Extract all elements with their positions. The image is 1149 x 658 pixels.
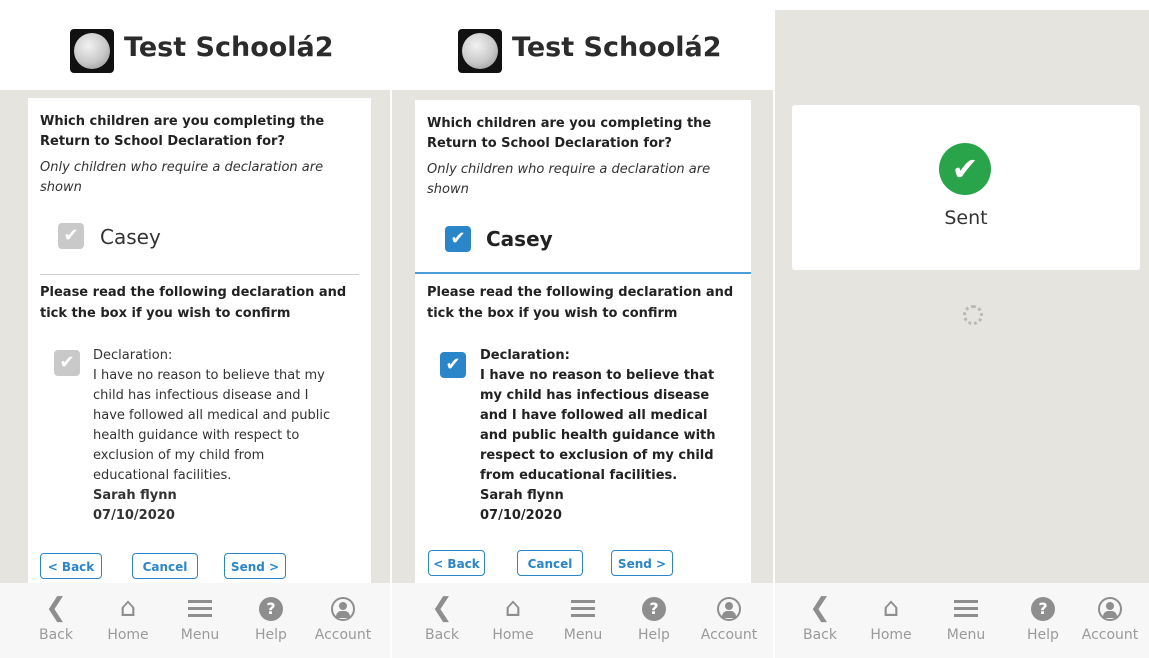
declaration-checkbox[interactable]: ✔ — [440, 352, 466, 378]
children-note: Only children who require a declaration … — [40, 160, 324, 195]
loading-spinner-icon — [963, 305, 983, 325]
menu-icon — [548, 591, 618, 625]
chevron-left-icon: ❮ — [809, 593, 831, 623]
back-button[interactable]: < Back — [40, 553, 102, 579]
success-check-icon: ✔ — [939, 143, 991, 195]
check-icon: ✔ — [63, 225, 79, 246]
nav-help[interactable]: ? Help — [1008, 591, 1078, 643]
back-button[interactable]: < Back — [428, 550, 485, 576]
help-icon: ? — [1008, 591, 1078, 625]
section-divider — [415, 272, 751, 274]
check-icon: ✔ — [59, 352, 75, 373]
nav-help[interactable]: ? Help — [619, 591, 689, 643]
nav-help[interactable]: ? Help — [236, 591, 306, 643]
declaration-checkbox[interactable]: ✔ — [54, 350, 80, 376]
help-icon: ? — [236, 591, 306, 625]
declaration-heading: Declaration: — [480, 348, 570, 363]
children-question: Which children are you completing the Re… — [427, 116, 712, 151]
app-header: Test Schoolá2 — [0, 0, 390, 90]
nav-home[interactable]: ⌂ Home — [93, 591, 163, 643]
home-icon: ⌂ — [882, 593, 900, 623]
menu-icon — [931, 591, 1001, 625]
account-icon — [1075, 591, 1145, 625]
declaration-heading: Declaration: — [93, 348, 173, 363]
nav-menu[interactable]: Menu — [931, 591, 1001, 643]
signature-date: 07/10/2020 — [93, 508, 175, 523]
cancel-button[interactable]: Cancel — [517, 550, 583, 576]
child-checkbox[interactable]: ✔ — [58, 223, 84, 249]
declaration-block: Declaration: I have no reason to believe… — [480, 346, 730, 526]
home-icon: ⌂ — [504, 593, 522, 623]
signature-name: Sarah flynn — [480, 488, 564, 503]
account-icon — [694, 591, 764, 625]
content-area: Which children are you completing the Re… — [392, 90, 773, 590]
declaration-text: I have no reason to believe that my chil… — [93, 368, 331, 483]
signature-name: Sarah flynn — [93, 488, 177, 503]
sent-label: Sent — [944, 207, 988, 229]
declaration-instruction: Please read the following declaration an… — [40, 285, 347, 321]
help-icon: ? — [619, 591, 689, 625]
signature-date: 07/10/2020 — [480, 508, 562, 523]
send-button[interactable]: Send > — [611, 550, 673, 576]
school-logo — [458, 29, 502, 73]
menu-icon — [165, 591, 235, 625]
nav-back[interactable]: ❮ Back — [21, 591, 91, 643]
declaration-screen-checked: Test Schoolá2 Which children are you com… — [392, 0, 773, 658]
declaration-text: I have no reason to believe that my chil… — [480, 368, 716, 483]
child-name: Casey — [486, 227, 553, 251]
home-icon: ⌂ — [119, 593, 137, 623]
sent-card: ✔ Sent — [792, 105, 1140, 270]
nav-home[interactable]: ⌂ Home — [856, 591, 926, 643]
declaration-card: Which children are you completing the Re… — [415, 100, 751, 590]
nav-menu[interactable]: Menu — [165, 591, 235, 643]
children-question: Which children are you completing the Re… — [40, 114, 325, 149]
nav-menu[interactable]: Menu — [548, 591, 618, 643]
content-area: Which children are you completing the Re… — [0, 90, 390, 598]
school-title: Test Schoolá2 — [124, 32, 334, 63]
nav-home[interactable]: ⌂ Home — [478, 591, 548, 643]
nav-account[interactable]: Account — [1075, 591, 1145, 643]
nav-back[interactable]: ❮ Back — [785, 591, 855, 643]
child-name: Casey — [100, 225, 161, 249]
nav-account[interactable]: Account — [308, 591, 378, 643]
account-icon — [308, 591, 378, 625]
chevron-left-icon: ❮ — [431, 593, 453, 623]
chevron-left-icon: ❮ — [45, 593, 67, 623]
content-area: ✔ Sent — [775, 10, 1149, 583]
check-icon: ✔ — [450, 228, 466, 249]
bottom-nav: ❮ Back ⌂ Home Menu ? Help Account — [392, 583, 773, 658]
declaration-screen-unchecked: Test Schoolá2 Which children are you com… — [0, 0, 390, 658]
school-logo — [70, 29, 114, 73]
app-header: Test Schoolá2 — [392, 0, 773, 90]
bottom-nav: ❮ Back ⌂ Home Menu ? Help Account — [0, 583, 390, 658]
declaration-instruction: Please read the following declaration an… — [427, 285, 734, 321]
declaration-block: Declaration: I have no reason to believe… — [93, 346, 343, 526]
child-checkbox[interactable]: ✔ — [445, 226, 471, 252]
nav-account[interactable]: Account — [694, 591, 764, 643]
check-icon: ✔ — [445, 354, 461, 375]
children-note: Only children who require a declaration … — [427, 162, 711, 197]
bottom-nav: ❮ Back ⌂ Home Menu ? Help Account — [775, 583, 1149, 658]
declaration-card: Which children are you completing the Re… — [28, 98, 371, 598]
cancel-button[interactable]: Cancel — [132, 553, 198, 579]
nav-back[interactable]: ❮ Back — [407, 591, 477, 643]
school-title: Test Schoolá2 — [512, 32, 722, 63]
send-button[interactable]: Send > — [224, 553, 286, 579]
section-divider — [40, 274, 359, 275]
sent-confirmation-screen: ✔ Sent ❮ Back ⌂ Home Menu ? Help Account — [775, 0, 1149, 658]
